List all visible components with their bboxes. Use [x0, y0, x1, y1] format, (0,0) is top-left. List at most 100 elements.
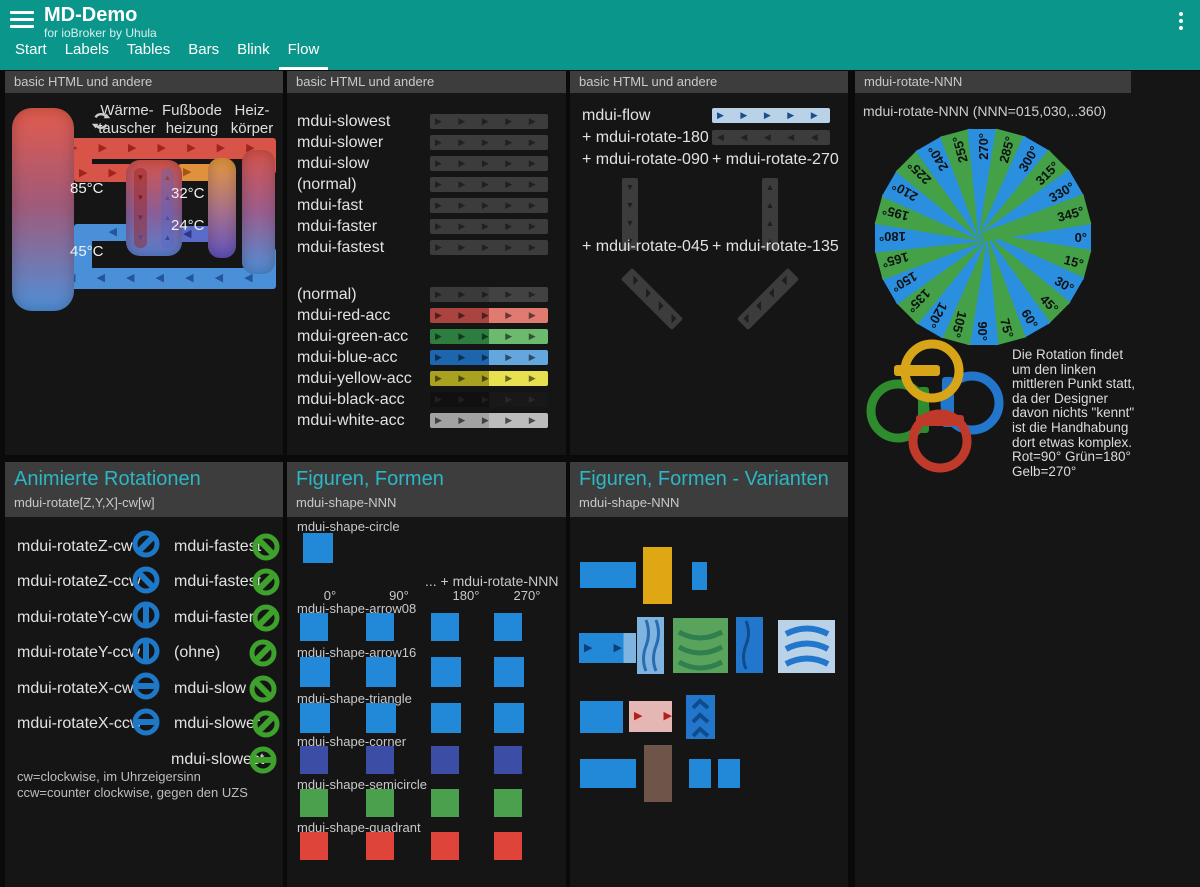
rotation-right-label: mdui-slowest	[171, 750, 265, 768]
svg-text:270°: 270°	[976, 133, 991, 160]
shape-sample	[494, 613, 522, 641]
row-label: mdui-green-acc	[297, 327, 409, 345]
tab-start[interactable]: Start	[6, 37, 56, 70]
rotate-135-bar: ◣ ◣ ◣ ◣	[736, 267, 800, 331]
rotation-row: mdui-rotateX-cw mdui-slow	[17, 671, 279, 707]
flow-bar: ▶ ▶ ▶ ▶ ▶ ▶ ▶ ▶	[430, 240, 548, 255]
tank-buffer	[12, 108, 74, 311]
panel-header: basic HTML und andere	[5, 71, 283, 93]
tab-flow[interactable]: Flow	[278, 37, 329, 70]
shape-sample	[300, 657, 330, 687]
variant-amber-bar	[643, 547, 672, 604]
speed-list: mdui-slowest ▶ ▶ ▶ ▶ ▶ ▶ ▶ ▶ mdui-slower ▶ …	[287, 111, 566, 258]
panel-header: Figuren, Formen mdui-shape-NNN	[287, 462, 566, 517]
panel-header: Figuren, Formen - Varianten mdui-shape-N…	[570, 462, 848, 517]
rotate-starburst: 0°15°30°45°60°75°90°105°120°135°150°165°…	[874, 128, 1092, 346]
list-row: (normal) ▶ ▶ ▶ ▶ ▶ ▶ ▶ ▶	[287, 174, 566, 195]
list-row: mdui-black-acc ▶ ▶ ▶ ▶ ▶ ▶ ▶ ▶	[287, 389, 566, 410]
tab-bars[interactable]: Bars	[179, 37, 228, 70]
shape-sample	[366, 613, 394, 641]
panel-header: basic HTML und andere	[287, 71, 566, 93]
variant-blue-square-1	[689, 759, 711, 788]
rotation-ring-icon	[132, 601, 160, 629]
rotation-ring-icon	[249, 746, 277, 774]
rotation-row: mdui-rotateZ-ccw mdui-fastest	[17, 565, 280, 601]
shape-sample	[431, 746, 459, 774]
panel-header: Animierte Rotationen mdui-rotate[Z,Y,X]-…	[5, 462, 283, 517]
shape-sample	[300, 832, 328, 860]
rotate-045-label: + mdui-rotate-045	[582, 238, 709, 255]
shape-sample	[494, 657, 524, 687]
shape-rotate-caption: ... + mdui-rotate-NNN	[425, 573, 559, 589]
flow-bar: ▶ ▶ ▶ ▶ ▶ ▶ ▶ ▶	[430, 198, 548, 213]
ring-red	[908, 409, 972, 473]
list-row: mdui-faster ▶ ▶ ▶ ▶ ▶ ▶ ▶ ▶	[287, 216, 566, 237]
row-label: mdui-white-acc	[297, 411, 405, 429]
shape-sample	[366, 657, 396, 687]
shape-sample	[494, 703, 524, 733]
rotation-row: mdui-rotateX-ccw mdui-slower	[17, 707, 280, 743]
app-bar: MD-Demo for ioBroker by Uhula Start Label…	[0, 0, 1200, 70]
flow-bar: ▶ ▶ ▶ ▶ ▶ ▶ ▶ ▶	[430, 287, 548, 302]
tab-tables[interactable]: Tables	[118, 37, 179, 70]
row-label: mdui-yellow-acc	[297, 369, 412, 387]
variant-small-blue-bar	[692, 562, 707, 590]
flow-bar: ▶ ▶ ▶ ▶ ▶ ▶ ▶ ▶	[430, 371, 548, 386]
shape-sample	[431, 657, 461, 687]
row-label: mdui-blue-acc	[297, 348, 398, 366]
rotation-ring-icon	[132, 637, 160, 665]
row-label: mdui-faster	[297, 217, 378, 235]
shape-sample	[431, 832, 459, 860]
column-180deg: 180°	[452, 588, 480, 603]
variant-blue-rect-2	[580, 701, 623, 733]
svg-text:0°: 0°	[1075, 230, 1087, 245]
rotation-right-label: mdui-slow	[174, 679, 247, 697]
panel-subtitle: mdui-shape-NNN	[579, 495, 680, 510]
temp-45: 45°C	[70, 243, 104, 260]
rotation-right-label: mdui-fastest	[174, 537, 262, 555]
hamburger-menu-icon[interactable]	[10, 11, 34, 29]
row-label: mdui-red-acc	[297, 306, 391, 324]
tab-labels[interactable]: Labels	[56, 37, 118, 70]
shape-sample	[494, 789, 522, 817]
shape-sample	[300, 613, 328, 641]
panel-basic-html-2: basic HTML und andere mdui-slowest ▶ ▶ ▶ …	[287, 71, 566, 455]
rotate-090-label: + mdui-rotate-090	[582, 151, 709, 168]
row-label: mdui-black-acc	[297, 390, 405, 408]
flow-bar: ▶ ▶ ▶ ▶ ▶ ▶ ▶ ▶	[430, 308, 548, 323]
list-row: mdui-white-acc ▶ ▶ ▶ ▶ ▶ ▶ ▶ ▶	[287, 410, 566, 431]
variant-green-arcs	[673, 618, 728, 673]
rotation-ring-icon	[132, 566, 160, 594]
variant-flow-arrow-bar: ▶ ▶ ▶ ▶	[579, 633, 636, 663]
list-row: mdui-green-acc ▶ ▶ ▶ ▶ ▶ ▶ ▶ ▶	[287, 326, 566, 347]
diagram-label-floor-heating: Fußbode heizung	[161, 102, 223, 137]
flow-bar: ▶ ▶ ▶ ▶ ▶ ▶ ▶ ▶	[430, 156, 548, 171]
row-label: (normal)	[297, 285, 357, 303]
shape-sample	[366, 746, 394, 774]
shape-sample	[366, 789, 394, 817]
pipe-cold-bottom: ◀ ◀ ◀ ◀ ◀ ◀ ◀ ◀ ◀ ◀ ◀ ◀	[62, 268, 276, 289]
panel-subtitle: mdui-rotate[Z,Y,X]-cw[w]	[14, 495, 155, 510]
rotation-right-label: mdui-faster	[174, 608, 255, 626]
variant-up-chevron-bar	[686, 695, 715, 739]
flow-bar: ▶ ▶ ▶ ▶ ▶ ▶ ▶ ▶	[712, 108, 830, 123]
exchanger-down-column: ▼ ▼ ▼ ▼	[134, 168, 147, 248]
panel-basic-html-1: basic HTML und andere Wärme-tauscher Fuß…	[5, 71, 283, 455]
shape-sample	[431, 789, 459, 817]
shape-sample	[431, 613, 459, 641]
rotation-ring-icon	[252, 533, 280, 561]
variant-brown-bar	[644, 745, 672, 802]
kebab-menu-icon[interactable]	[1172, 9, 1190, 35]
column-270deg: 270°	[513, 588, 541, 603]
rotation-note-1: cw=clockwise, im Uhrzeigersinn	[17, 769, 201, 784]
rotation-row: mdui-rotateZ-cw mdui-fastest	[17, 529, 280, 565]
row-label: (normal)	[297, 175, 357, 193]
panel-title: Figuren, Formen	[296, 468, 444, 490]
variant-wave-bar	[637, 617, 664, 674]
panel-title: Animierte Rotationen	[14, 468, 201, 490]
tab-blink[interactable]: Blink	[228, 37, 279, 70]
row-label: mdui-fast	[297, 196, 363, 214]
rotation-left-label: mdui-rotateZ-ccw	[17, 573, 141, 591]
panel-basic-html-3: basic HTML und andere mdui-flow ▶ ▶ ▶ ▶ …	[570, 71, 848, 455]
temp-85: 85°C	[70, 180, 104, 197]
